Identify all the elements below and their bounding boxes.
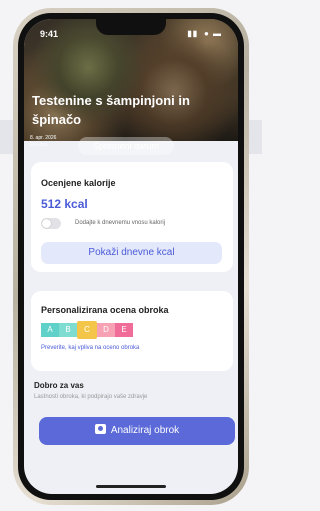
grade-e: E [115, 323, 133, 337]
phone-screen: 9:41 ▮▮ ● ▬ Testenine s šampinjoni in šp… [24, 19, 238, 494]
grade-b: B [59, 323, 77, 337]
grade-info-link[interactable]: Preverite, kaj vpliva na oceno obroka [41, 345, 139, 351]
grade-c: C [77, 321, 97, 339]
calories-value: 512 kcal [41, 197, 88, 211]
calories-card: Ocenjene kalorije 512 kcal Dodajte k dne… [31, 162, 233, 272]
grade-d: D [97, 323, 115, 337]
analyze-meal-button[interactable]: Analiziraj obrok [39, 417, 235, 445]
phone-bezel: 9:41 ▮▮ ● ▬ Testenine s šampinjoni in šp… [18, 13, 244, 500]
grade-scale: ABCDE [41, 321, 156, 339]
good-for-you-heading: Dobro za vas [34, 381, 84, 390]
add-to-daily-toggle[interactable] [41, 218, 61, 229]
date-label: 8. apr. 2026 Moj dan [30, 135, 56, 149]
status-time: 9:41 [40, 29, 59, 39]
date-subtext: Moj dan [30, 142, 48, 148]
meal-grade-heading: Personalizirana ocena obroka [41, 305, 169, 315]
show-daily-kcal-button[interactable]: Pokaži dnevne kcal [41, 242, 222, 264]
home-indicator [96, 485, 166, 488]
good-for-you-subtitle: Lastnosti obroka, ki podpirajo vaše zdra… [34, 394, 148, 400]
status-bar: 9:41 ▮▮ ● ▬ [24, 27, 238, 43]
toggle-knob [42, 219, 51, 228]
add-to-daily-label: Dodajte k dnevnemu vnosu kalorij [75, 220, 166, 226]
recipe-title: Testenine s šampinjoni in špinačo [32, 93, 190, 127]
date-text: 8. apr. 2026 [30, 135, 57, 141]
analyze-meal-label: Analiziraj obrok [110, 425, 180, 436]
grade-a: A [41, 323, 59, 337]
camera-icon [94, 424, 106, 434]
meal-grade-card: Personalizirana ocena obroka ABCDE Preve… [31, 291, 233, 371]
calories-heading: Ocenjene kalorije [41, 178, 116, 188]
status-icons: ▮▮ ● ▬ [187, 29, 222, 38]
phone-frame: 9:41 ▮▮ ● ▬ Testenine s šampinjoni in šp… [13, 8, 249, 505]
change-date-button[interactable]: Spremeni datum [78, 137, 174, 155]
